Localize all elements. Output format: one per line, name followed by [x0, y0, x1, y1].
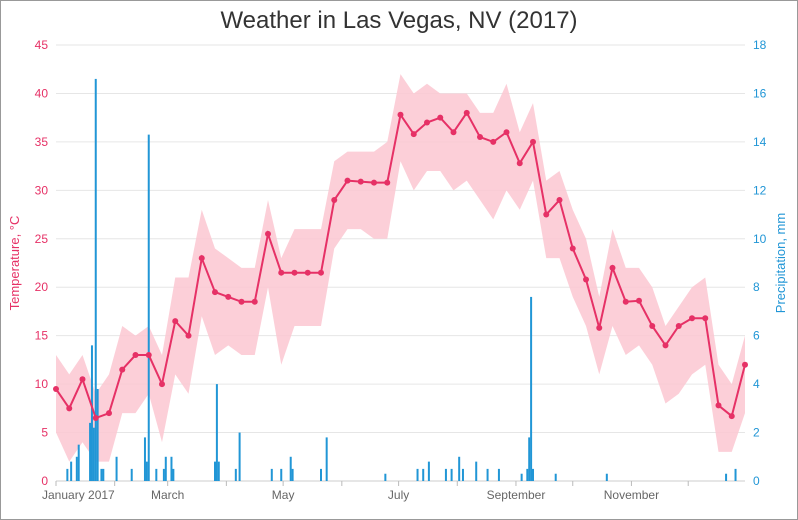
svg-text:6: 6: [753, 329, 760, 343]
y-left-axis-label: Temperature, °C: [7, 216, 22, 311]
svg-text:20: 20: [35, 280, 49, 294]
chart-title: Weather in Las Vegas, NV (2017): [1, 7, 797, 35]
svg-text:10: 10: [35, 377, 49, 391]
svg-text:15: 15: [35, 329, 49, 343]
svg-text:8: 8: [753, 280, 760, 294]
svg-text:May: May: [272, 488, 295, 502]
y-right-axis-label: Precipitation, mm: [773, 213, 788, 313]
svg-text:14: 14: [753, 135, 767, 149]
svg-text:16: 16: [753, 86, 767, 100]
svg-text:30: 30: [35, 183, 49, 197]
svg-text:0: 0: [753, 474, 760, 488]
svg-text:November: November: [604, 488, 659, 502]
svg-text:July: July: [388, 488, 409, 502]
svg-text:4: 4: [753, 377, 760, 391]
svg-text:10: 10: [753, 232, 767, 246]
svg-text:18: 18: [753, 38, 767, 52]
svg-text:0: 0: [41, 474, 48, 488]
svg-text:March: March: [151, 488, 184, 502]
svg-text:September: September: [487, 488, 546, 502]
svg-text:25: 25: [35, 232, 49, 246]
chart-frame: Weather in Las Vegas, NV (2017) 05101520…: [0, 0, 798, 520]
svg-text:January 2017: January 2017: [42, 488, 115, 502]
svg-text:2: 2: [753, 426, 760, 440]
svg-text:5: 5: [41, 426, 48, 440]
chart-plot-area: 0 5 10 15 20 25 30 35 40 45 0 2 4 6 8 10 12 14 16 18 January…: [1, 35, 797, 515]
svg-text:12: 12: [753, 183, 767, 197]
svg-text:35: 35: [35, 135, 49, 149]
svg-text:40: 40: [35, 86, 49, 100]
svg-text:45: 45: [35, 38, 49, 52]
temp-range-band: [56, 74, 745, 462]
